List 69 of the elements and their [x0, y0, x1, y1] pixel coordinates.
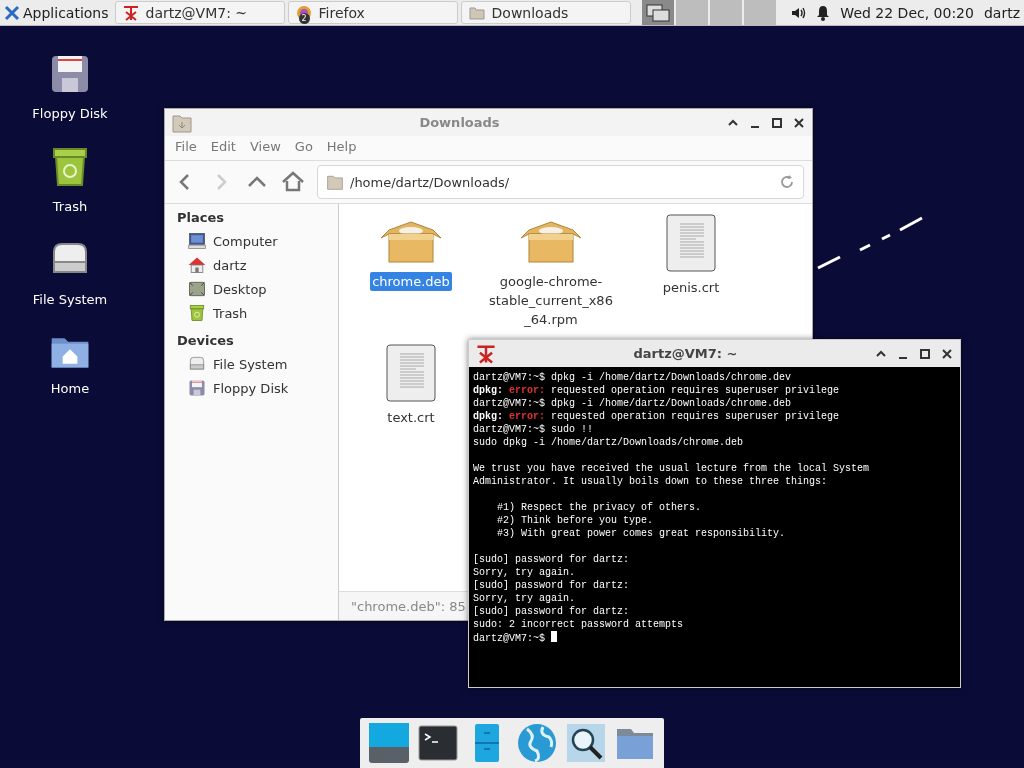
terminal-line: [sudo] password for dartz: — [473, 605, 631, 618]
close-icon[interactable] — [792, 115, 806, 130]
sidebar-item[interactable]: File System — [177, 352, 338, 376]
file-name[interactable]: chrome.deb — [370, 272, 452, 291]
desktop-icon-label[interactable]: Floppy Disk — [32, 106, 108, 121]
close-icon[interactable] — [940, 346, 954, 361]
sidebar-item[interactable]: Floppy Disk — [177, 376, 338, 400]
sidebar-item[interactable]: Computer — [177, 229, 338, 253]
clock[interactable]: Wed 22 Dec, 00:20 — [840, 4, 974, 21]
terminal-line: dartz@VM7:~$ — [473, 633, 545, 644]
house-icon — [187, 255, 207, 275]
terminal-line: [sudo] password for dartz: — [473, 553, 631, 566]
count-badge: 2 — [298, 13, 310, 24]
menu-logo-icon — [4, 4, 20, 21]
sidebar-heading: Devices — [177, 333, 235, 348]
terminal-line: dartz@VM7:~$ sudo !! — [473, 423, 595, 436]
computer-icon — [187, 231, 207, 251]
terminal-line: Administrator. It usually boils down to these three things: — [473, 475, 829, 488]
desktop-icon-label[interactable]: Trash — [52, 199, 88, 214]
user-menu[interactable]: dartz — [983, 4, 1020, 21]
terminal-line: #2) Think before you type. — [496, 514, 655, 527]
menu-item[interactable]: Go — [294, 139, 313, 154]
sidebar-item[interactable]: Trash — [177, 301, 338, 325]
applications-menu[interactable]: Applications — [0, 0, 115, 25]
reload-icon[interactable] — [779, 174, 795, 190]
menu-item[interactable]: Help — [326, 139, 357, 154]
maximize-icon[interactable] — [918, 346, 932, 361]
terminal-line: [sudo] password for dartz: — [473, 579, 631, 592]
terminal-line: dpkg: error: requested operation requires superuser privilege — [473, 384, 841, 397]
location-field[interactable]: /home/dartz/Downloads/ — [317, 165, 804, 199]
menu-item[interactable]: Edit — [210, 139, 236, 154]
terminal-app-icon — [475, 342, 497, 365]
file-name[interactable]: text.crt — [387, 408, 435, 427]
taskbar-button[interactable]: 2 Firefox — [287, 1, 458, 24]
taskbar-button[interactable]: Downloads — [460, 1, 631, 24]
home-icon[interactable] — [281, 170, 305, 194]
terminal-line: Sorry, try again. — [473, 566, 577, 579]
desktop-icon-label[interactable]: File System — [32, 292, 108, 307]
maximize-icon[interactable] — [770, 115, 784, 130]
text-cursor — [551, 631, 557, 642]
bell-icon[interactable] — [816, 4, 831, 21]
menu-item[interactable]: View — [249, 139, 281, 154]
document-icon — [666, 214, 716, 272]
taskbar-button[interactable]: dartz@VM7: ~ — [114, 1, 285, 24]
desktop-icon-label[interactable]: Home — [50, 381, 90, 396]
show-desktop-icon[interactable] — [366, 721, 411, 765]
sidebar-heading: Places — [177, 210, 226, 225]
trash-icon — [187, 303, 207, 323]
workspace-button[interactable] — [641, 0, 676, 25]
document-icon — [386, 344, 436, 402]
folder-icon — [326, 173, 344, 191]
file-name[interactable]: penis.crt — [662, 278, 720, 297]
sidebar-item[interactable]: Desktop — [177, 277, 338, 301]
terminal-line: #3) With great power comes great responsibility. — [496, 527, 787, 540]
desktop-icon — [187, 279, 207, 299]
window-title: Downloads — [418, 115, 501, 130]
window-title: dartz@VM7: ~ — [632, 346, 739, 361]
terminal-app-icon — [121, 3, 140, 22]
terminal-line: dartz@VM7:~$ dpkg -i /home/dartz/Downloads/chrome.deb — [473, 397, 793, 410]
file-name[interactable]: google-chrome-stable_current_x86_64.rpm — [489, 272, 613, 329]
terminal-line: Sorry, try again. — [473, 592, 577, 605]
terminal-line: dpkg: error: requested operation requires superuser privilege — [473, 410, 841, 423]
terminal-line: dartz@VM7:~$ dpkg -i /home/dartz/Downloads/chrome.dev — [473, 371, 793, 384]
sidebar-item[interactable]: dartz — [177, 253, 338, 277]
terminal-line: We trust you have received the usual lecture from the local System — [473, 462, 871, 475]
terminal-line: sudo dpkg -i /home/dartz/Downloads/chrome.deb — [473, 436, 745, 449]
terminal-line: #1) Respect the privacy of others. — [496, 501, 703, 514]
menu-item[interactable]: File — [175, 139, 197, 154]
terminal-line: sudo: 2 incorrect password attempts — [473, 618, 685, 631]
